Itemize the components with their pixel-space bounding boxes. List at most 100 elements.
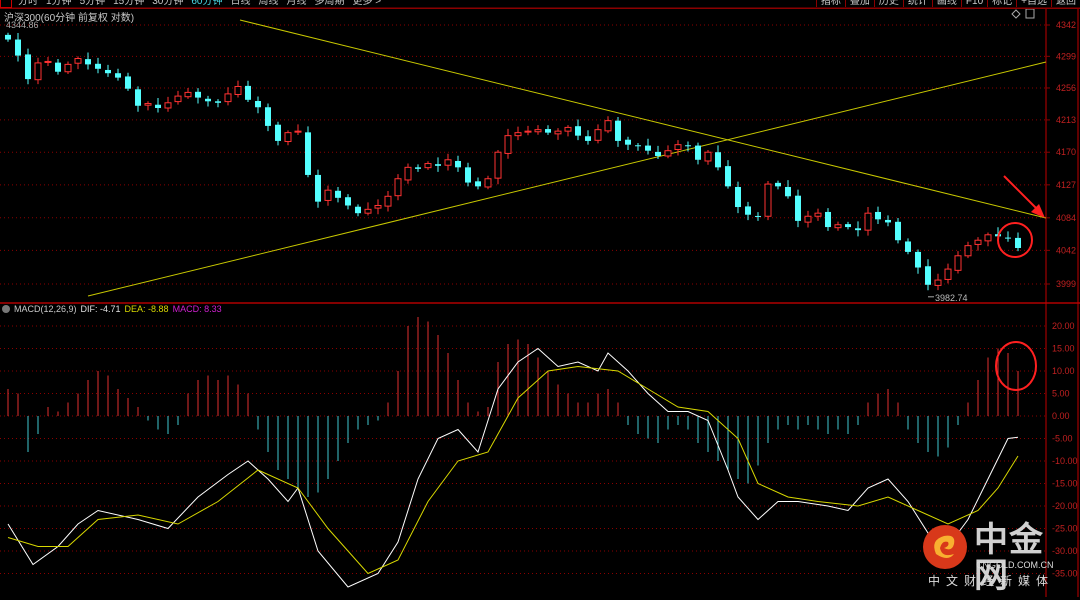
candle-down — [315, 174, 321, 202]
candle-up — [484, 178, 492, 188]
candle-up — [834, 224, 842, 229]
window-icon — [1025, 8, 1035, 19]
candle-down — [305, 132, 311, 175]
period-tab[interactable]: 更多 > — [349, 0, 386, 8]
candle-down — [825, 211, 831, 228]
period-tab[interactable]: 多周期 — [311, 0, 349, 8]
candle-up — [364, 208, 372, 214]
candle-down — [645, 145, 651, 151]
candle-down — [205, 98, 211, 102]
candle-down — [475, 181, 481, 187]
candle-down — [735, 186, 741, 208]
macd-name: MACD(12,26,9) — [14, 304, 77, 314]
min-price-label: 3982.74 — [935, 293, 968, 303]
toolbar-button[interactable]: 叠加 — [844, 0, 874, 7]
macd-tick-label: -15.00 — [1052, 479, 1078, 489]
candle-up — [44, 60, 52, 63]
candle-up — [64, 63, 72, 73]
annotation-circle-macd — [995, 341, 1037, 391]
candle-down — [795, 195, 801, 221]
max-price-label: 4344.86 — [6, 20, 39, 30]
candle-down — [265, 107, 271, 126]
candle-up — [394, 178, 402, 197]
period-tab[interactable]: 60分钟 — [187, 0, 226, 8]
candle-down — [785, 186, 791, 197]
price-tick-label: 4342 — [1056, 20, 1076, 30]
chart-canvas: 4342 4299 4256 4213 4170 4127 4084 4042 3999 20.0… — [0, 7, 1080, 597]
candle-down — [345, 197, 351, 206]
candle-down — [685, 145, 691, 147]
dea-line — [7, 365, 1019, 575]
candle-up — [594, 129, 602, 141]
candle-down — [575, 126, 581, 136]
candle-down — [135, 89, 141, 106]
toolbar-button[interactable]: 返回 — [1051, 0, 1080, 7]
candle-down — [455, 160, 461, 168]
price-tick-label: 3999 — [1056, 279, 1076, 289]
menu-box-icon[interactable] — [0, 0, 12, 8]
candle-up — [864, 212, 872, 231]
candle-down — [5, 34, 11, 40]
candle-down — [95, 63, 101, 69]
candle-down — [635, 145, 641, 147]
candle-up — [374, 204, 382, 209]
price-tick-label: 4170 — [1056, 147, 1076, 157]
trendline-down — [239, 19, 1047, 219]
candle-down — [905, 241, 911, 252]
candle-up — [944, 268, 952, 280]
candle-down — [855, 228, 861, 231]
candle-up — [224, 93, 232, 103]
price-tick-label: 4299 — [1056, 51, 1076, 61]
candle-down — [545, 129, 551, 133]
period-tab[interactable]: 1分钟 — [42, 0, 76, 8]
toolbar-button[interactable]: 历史 — [873, 0, 903, 7]
candle-up — [404, 166, 412, 181]
toolbar-button[interactable]: 画线 — [931, 0, 961, 7]
macd-tick-label: 5.00 — [1052, 389, 1070, 399]
candle-down — [615, 120, 621, 141]
candle-down — [925, 266, 931, 285]
candle-down — [895, 221, 901, 241]
macd-tick-label: -5.00 — [1052, 434, 1073, 444]
period-tab[interactable]: 5分钟 — [76, 0, 110, 8]
period-tab[interactable]: 30分钟 — [148, 0, 187, 8]
period-tabs: 分时 1分钟 5分钟 15分钟 30分钟 60分钟 日线 周线 月线 多周期 更多 > — [0, 0, 385, 8]
candle-up — [954, 255, 962, 271]
period-tab[interactable]: 月线 — [283, 0, 311, 8]
logo-slogan: 中文财经新媒体 — [928, 574, 1055, 588]
toolbar: 分时 1分钟 5分钟 15分钟 30分钟 60分钟 日线 周线 月线 多周期 更多 > 指标 叠加 历史… — [0, 0, 1080, 9]
candle-up — [494, 151, 502, 179]
candle-up — [934, 279, 942, 286]
candle-down — [335, 190, 341, 198]
candle-down — [755, 215, 761, 217]
annotation-arrow-shaft — [1003, 175, 1041, 213]
candle-down — [115, 73, 121, 78]
toolbar-button[interactable]: F10 — [960, 0, 987, 7]
candle-down — [85, 59, 91, 65]
candle-down — [215, 101, 221, 103]
toolbar-button[interactable]: 统计 — [902, 0, 932, 7]
candle-up — [964, 245, 972, 257]
candle-down — [885, 219, 891, 223]
price-tick-label: 4256 — [1056, 83, 1076, 93]
period-tab[interactable]: 周线 — [255, 0, 283, 8]
candle-up — [324, 189, 332, 201]
candle-down — [1005, 237, 1011, 239]
period-tab[interactable]: 15分钟 — [109, 0, 148, 8]
candle-up — [534, 129, 542, 133]
toolbar-button[interactable]: 指标 — [815, 0, 845, 7]
toolbar-button[interactable]: 标记 — [987, 0, 1016, 7]
period-tab[interactable]: 分时 — [14, 0, 42, 8]
collapse-icon[interactable] — [2, 305, 10, 313]
candle-up — [384, 195, 392, 207]
candle-down — [915, 251, 921, 268]
period-tab[interactable]: 日线 — [227, 0, 255, 8]
candle-up — [554, 130, 562, 135]
candle-up — [664, 150, 672, 157]
price-tick-label: 4127 — [1056, 180, 1076, 190]
macd-tick-label: 10.00 — [1052, 366, 1075, 376]
price-tick-label: 4084 — [1056, 213, 1076, 223]
toolbar-button[interactable]: +自选 — [1016, 0, 1051, 7]
candle-up — [804, 215, 812, 223]
macd-tick-label: -20.00 — [1052, 501, 1078, 511]
